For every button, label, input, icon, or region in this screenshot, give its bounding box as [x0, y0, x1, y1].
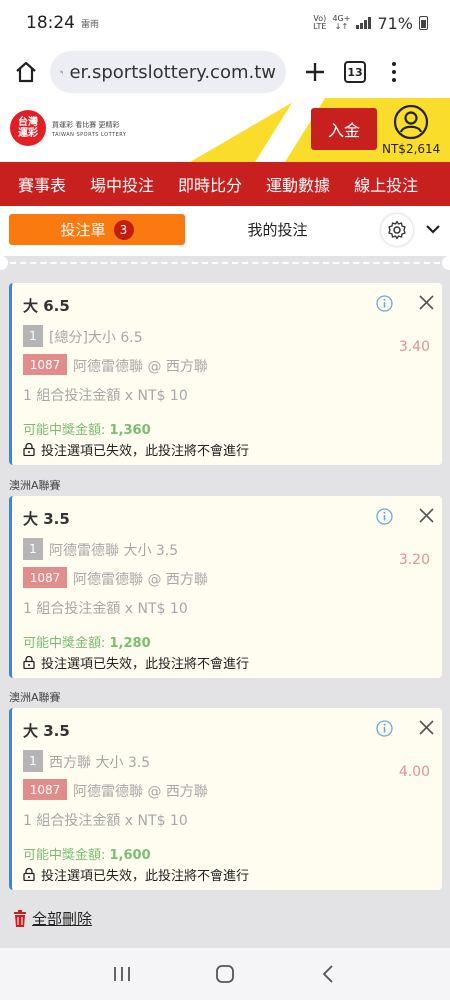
close-icon[interactable] — [419, 295, 434, 310]
home-button[interactable] — [10, 56, 42, 88]
battery-icon — [419, 16, 428, 30]
info-icon[interactable] — [376, 508, 393, 525]
network-indicator: 4G+ ↓↑ — [332, 14, 351, 31]
leg-number: 1 — [23, 750, 43, 772]
bet-count-badge: 3 — [113, 219, 134, 240]
settings-button[interactable] — [381, 214, 413, 246]
tab-bet-slip-label: 投注單 — [60, 221, 106, 239]
info-icon[interactable] — [376, 295, 393, 312]
bet-slip-panel: 投注單 3 我的投注 大 6.5 1 [總分]大小 6.5 1087 阿德雷德聯… — [0, 206, 450, 948]
signal-icon — [356, 17, 372, 29]
bet-card: 大 3.5 1 西方聯 大小 3.5 1087 阿德雷德聯 @ 西方聯 4.00… — [9, 708, 442, 890]
new-tab-button[interactable] — [300, 57, 330, 87]
home-circle-icon — [216, 965, 234, 983]
bet-market: 西方聯 大小 3.5 — [49, 755, 151, 771]
bet-odds: 4.00 — [398, 764, 430, 780]
recent-apps-icon — [113, 967, 130, 981]
lock-icon — [23, 443, 35, 456]
bet-odds: 3.20 — [398, 552, 430, 568]
bet-market: 阿德雷德聯 大小 3.5 — [49, 543, 179, 559]
league-name: 澳洲A聯賽 — [9, 479, 61, 492]
invalid-bet-warning: 投注選項已失效，此投注將不會進行 — [23, 440, 249, 459]
league-name: 澳洲A聯賽 — [9, 691, 61, 704]
delete-all-label: 全部刪除 — [32, 910, 93, 928]
site-header: 台灣 運彩 買運彩 看比賽 更精彩 TAIWAN SPORTS LOTTERY 入… — [0, 98, 450, 162]
nav-schedule[interactable]: 賽事表 — [18, 172, 66, 196]
site-settings-icon — [60, 70, 64, 74]
main-nav: 賽事表 場中投注 即時比分 運動數據 線上投注 — [0, 162, 450, 206]
status-weather: 雷雨 — [81, 19, 100, 30]
match-teams: 阿德雷德聯 @ 西方聯 — [73, 572, 208, 588]
potential-prize: 可能中獎金額: 1,360 — [23, 423, 151, 438]
info-icon[interactable] — [376, 720, 393, 737]
game-code: 1087 — [23, 354, 67, 375]
home-icon — [16, 61, 36, 83]
potential-prize: 可能中獎金額: 1,280 — [23, 636, 151, 651]
gear-icon — [388, 220, 406, 240]
lock-icon — [23, 656, 35, 669]
tab-switcher-button[interactable]: 13 — [344, 61, 366, 83]
bet-market: [總分]大小 6.5 — [49, 330, 143, 346]
stake-summary: 1 組合投注金額 x NT$ 10 — [23, 388, 188, 404]
potential-prize: 可能中獎金額: 1,600 — [23, 848, 151, 863]
divider — [0, 262, 450, 264]
status-indicators: Vo) LTE 4G+ ↓↑ 71% — [313, 14, 428, 33]
invalid-bet-warning: 投注選項已失效，此投注將不會進行 — [23, 865, 249, 884]
close-icon[interactable] — [419, 508, 434, 523]
user-account-icon[interactable] — [393, 104, 429, 140]
battery-percent: 71% — [377, 13, 413, 33]
close-icon[interactable] — [419, 720, 434, 735]
stake-summary: 1 組合投注金額 x NT$ 10 — [23, 813, 188, 829]
browser-toolbar: er.sportslottery.com.tw 13 — [0, 46, 450, 98]
chevron-down-icon[interactable] — [424, 220, 442, 238]
home-nav-button[interactable] — [211, 960, 239, 988]
tab-my-bets[interactable]: 我的投注 — [190, 214, 365, 245]
site-slogan: 買運彩 看比賽 更精彩 TAIWAN SPORTS LOTTERY — [52, 121, 127, 138]
site-logo[interactable]: 台灣 運彩 — [10, 110, 46, 146]
plus-icon — [306, 63, 324, 81]
deposit-button[interactable]: 入金 — [311, 108, 377, 150]
recent-apps-button[interactable] — [108, 960, 136, 988]
status-bar: 18:24 雷雨 Vo) LTE 4G+ ↓↑ 71% — [0, 0, 450, 46]
leg-number: 1 — [23, 538, 43, 560]
bet-odds: 3.40 — [398, 339, 430, 355]
lock-icon — [23, 868, 35, 881]
more-menu-icon[interactable] — [384, 62, 404, 82]
leg-number: 1 — [23, 325, 43, 347]
back-button[interactable] — [314, 960, 342, 988]
stake-summary: 1 組合投注金額 x NT$ 10 — [23, 601, 188, 617]
nav-online-betting[interactable]: 線上投注 — [354, 172, 418, 196]
nav-sports-stats[interactable]: 運動數據 — [266, 172, 330, 196]
volte-indicator: Vo) LTE — [313, 14, 327, 31]
bet-card: 大 3.5 1 阿德雷德聯 大小 3.5 1087 阿德雷德聯 @ 西方聯 3.… — [9, 496, 442, 678]
nav-live-betting[interactable]: 場中投注 — [90, 172, 154, 196]
match-teams: 阿德雷德聯 @ 西方聯 — [73, 784, 208, 800]
system-nav-bar — [0, 948, 450, 1000]
trash-icon — [14, 909, 26, 927]
account-balance: NT$2,614 — [382, 142, 441, 156]
match-teams: 阿德雷德聯 @ 西方聯 — [73, 359, 208, 375]
status-time: 18:24 — [26, 13, 75, 33]
bet-slip-tabs: 投注單 3 我的投注 — [0, 206, 450, 256]
delete-all-button[interactable]: 全部刪除 — [12, 908, 92, 929]
bet-card: 大 6.5 1 [總分]大小 6.5 1087 阿德雷德聯 @ 西方聯 3.40… — [9, 283, 442, 465]
bet-selection: 大 6.5 — [23, 297, 70, 315]
tab-bet-slip[interactable]: 投注單 3 — [9, 214, 185, 245]
invalid-bet-warning: 投注選項已失效，此投注將不會進行 — [23, 653, 249, 672]
address-bar[interactable]: er.sportslottery.com.tw — [50, 51, 286, 93]
bet-selection: 大 3.5 — [23, 722, 70, 740]
nav-live-scores[interactable]: 即時比分 — [178, 172, 242, 196]
game-code: 1087 — [23, 779, 67, 800]
back-icon — [323, 965, 333, 983]
bet-selection: 大 3.5 — [23, 510, 70, 528]
game-code: 1087 — [23, 567, 67, 588]
url-text: er.sportslottery.com.tw — [69, 61, 276, 83]
